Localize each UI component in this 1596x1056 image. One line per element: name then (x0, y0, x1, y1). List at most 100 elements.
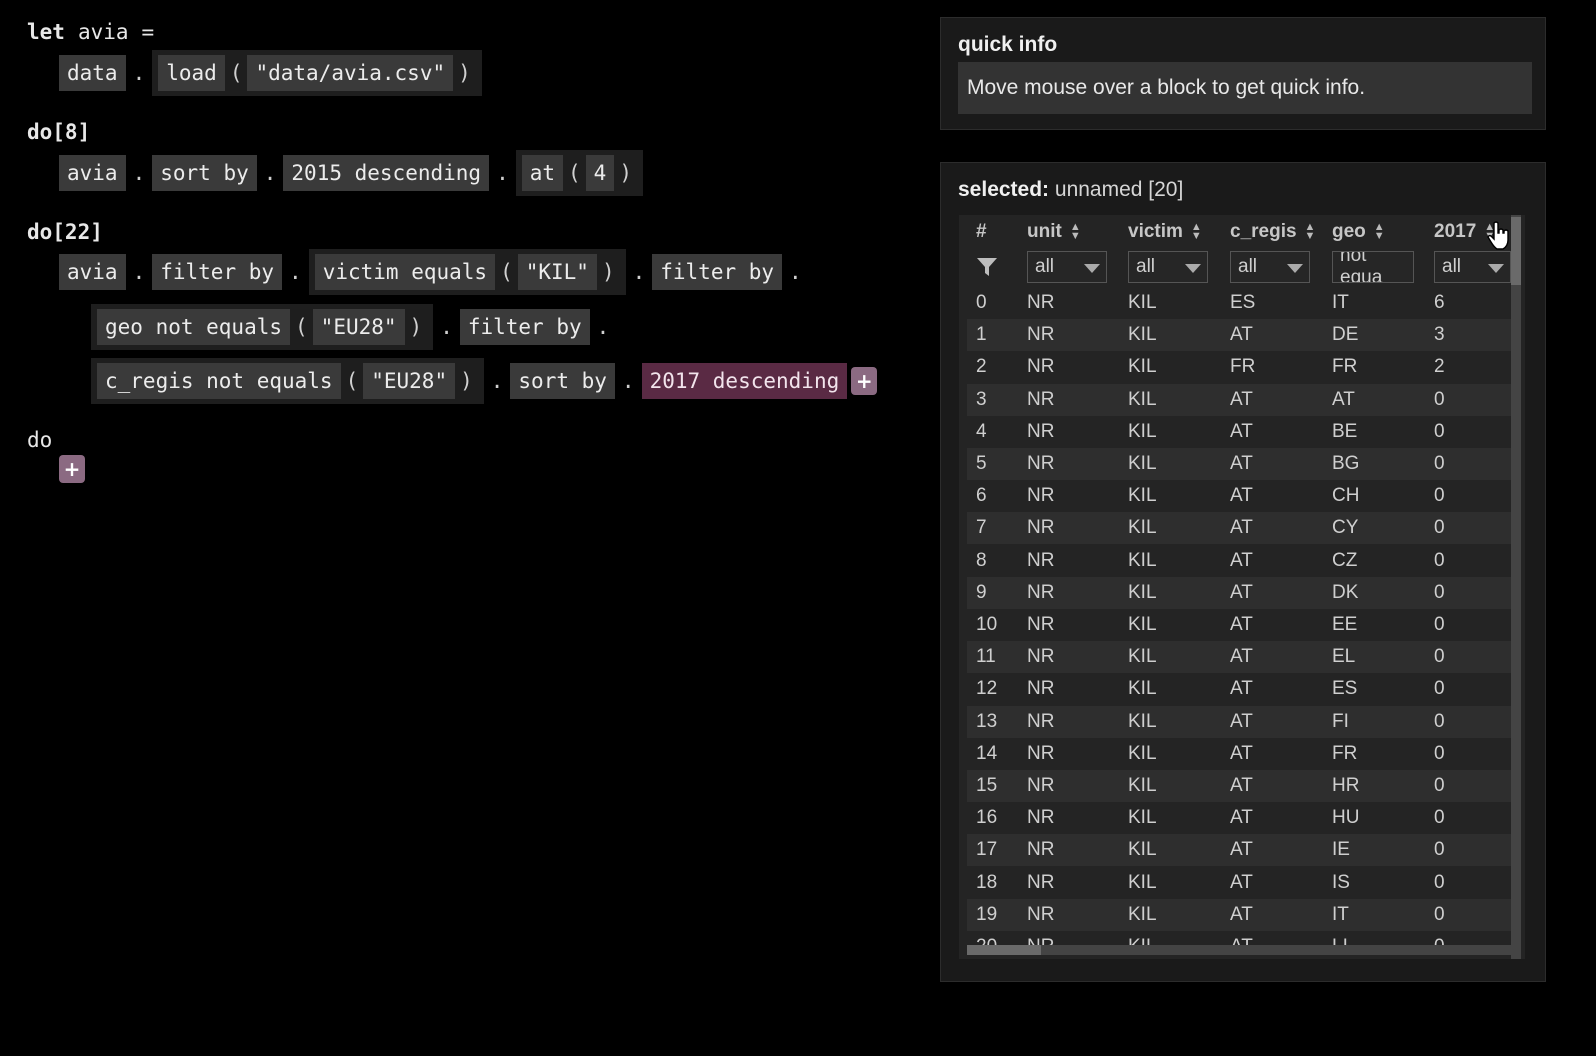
add-block-button[interactable]: + (851, 367, 878, 395)
block-at[interactable]: at (521, 155, 564, 191)
filter-value: not equa (1340, 251, 1383, 283)
filter-select-unit[interactable]: all (1027, 251, 1107, 283)
selected-title: selected: unnamed [20] (958, 178, 1183, 202)
quick-info-panel: quick info Move mouse over a block to ge… (940, 17, 1546, 130)
filter-select-2017[interactable]: all (1434, 251, 1511, 283)
cell-2017: 0 (1434, 549, 1445, 571)
block-load[interactable]: load (158, 55, 225, 91)
cell-2017: 0 (1434, 614, 1445, 635)
hand-cursor-icon (1487, 221, 1509, 250)
block-load-arg[interactable]: "data/avia.csv" (247, 55, 454, 91)
cell-index: 15 (976, 775, 998, 796)
column-header-2017[interactable]: 2017▲▼ (1434, 221, 1495, 243)
block-geo-not-equals[interactable]: geo not equals (97, 309, 291, 345)
lparen: ( (229, 61, 243, 85)
table-row[interactable]: 11 NR KIL AT EL 0 (967, 641, 1511, 674)
cell-2017: 0 (1434, 453, 1445, 474)
add-block-button[interactable]: + (59, 455, 85, 483)
cell-victim: KIL (1128, 485, 1157, 507)
cell-index: 11 (976, 646, 996, 668)
table-row[interactable]: 15 NR KIL AT HR 0 (967, 770, 1511, 802)
table-row[interactable]: 17 NR KIL AT IE 0 (967, 834, 1511, 867)
cell-geo: AT (1332, 388, 1355, 410)
filter-input-geo[interactable]: not equa (1332, 251, 1414, 283)
let-variable-name[interactable]: avia (78, 20, 129, 44)
block-geo-not-equals-call[interactable]: geo not equals ( "EU28" ) (91, 304, 434, 350)
cell-c-regis: AT (1230, 678, 1253, 700)
block-sort-by[interactable]: sort by (152, 155, 257, 191)
block-victim-arg[interactable]: "KIL" (517, 254, 597, 290)
block-avia[interactable]: avia (59, 155, 126, 191)
lparen: ( (295, 315, 308, 339)
filter-select-c-regis[interactable]: all (1230, 251, 1310, 283)
table-row[interactable]: 6 NR KIL AT CH 0 (967, 480, 1511, 512)
cell-victim: KIL (1128, 549, 1157, 571)
block-c-regis-not-equals-call[interactable]: c_regis not equals ( "EU28" ) (91, 358, 484, 404)
table-row[interactable]: 12 NR KIL AT ES 0 (967, 673, 1511, 705)
vertical-scrollbar[interactable] (1511, 215, 1521, 959)
table-row[interactable]: 2 NR KIL FR FR 2 (967, 351, 1511, 383)
filter-select-victim[interactable]: all (1128, 251, 1208, 283)
dot-separator: . (263, 161, 277, 185)
table-row[interactable]: 18 NR KIL AT IS 0 (967, 867, 1511, 899)
block-load-call[interactable]: load ( "data/avia.csv" ) (152, 50, 482, 96)
rparen: ) (601, 260, 615, 284)
horizontal-scrollbar[interactable] (967, 945, 1511, 955)
cell-c-regis: AT (1230, 453, 1253, 474)
block-victim-equals-call[interactable]: victim equals ( "KIL" ) (308, 249, 626, 295)
block-victim-equals[interactable]: victim equals (314, 254, 496, 290)
block-sort-arg[interactable]: 2015 descending (283, 155, 490, 191)
table-row[interactable]: 3 NR KIL AT AT 0 (967, 383, 1511, 416)
sort-icon[interactable]: ▲▼ (1191, 221, 1202, 241)
block-sort-by[interactable]: sort by (510, 363, 615, 399)
table-row[interactable]: 13 NR KIL AT FI 0 (967, 705, 1511, 738)
rparen: ) (619, 161, 632, 185)
cell-index: 18 (976, 871, 998, 893)
cell-index: 8 (976, 549, 987, 571)
block-filter-by[interactable]: filter by (459, 309, 590, 345)
sort-icon[interactable]: ▲▼ (1305, 221, 1316, 241)
table-row[interactable]: 0 NR KIL ES IT 6 (967, 287, 1511, 319)
horizontal-scrollbar-thumb[interactable] (967, 945, 1041, 955)
block-filter-by[interactable]: filter by (152, 254, 283, 290)
column-header-geo[interactable]: geo ▲ ▼ (1332, 221, 1385, 243)
cell-victim: KIL (1128, 453, 1157, 474)
block-c-regis-not-equals[interactable]: c_regis not equals (97, 363, 341, 399)
cell-geo: CH (1332, 485, 1360, 507)
sort-icon[interactable]: ▲▼ (1070, 221, 1081, 241)
cell-index: 13 (976, 710, 998, 732)
sort-icon[interactable]: ▲▼ (1374, 221, 1385, 241)
cell-c-regis: AT (1230, 646, 1253, 668)
cell-unit: NR (1027, 807, 1055, 829)
let-keyword: let (27, 20, 65, 44)
block-data[interactable]: data (59, 55, 126, 91)
cell-unit: NR (1027, 356, 1055, 378)
table-row[interactable]: 1 NR KIL AT DE 3 (967, 319, 1511, 352)
table-row[interactable]: 4 NR KIL AT BE 0 (967, 416, 1511, 448)
table-row[interactable]: 7 NR KIL AT CY 0 (967, 512, 1511, 545)
block-c-regis-arg[interactable]: "EU28" (363, 363, 456, 399)
selected-panel: selected: unnamed [20] # unit ▲ ▼ victim ▲ ▼… (940, 162, 1546, 982)
cell-geo: EL (1332, 646, 1356, 668)
column-header-c-regis[interactable]: c_regis ▲ ▼ (1230, 221, 1315, 243)
block-at-call[interactable]: at ( 4 ) (515, 150, 643, 196)
cell-geo: HR (1332, 775, 1360, 796)
table-row[interactable]: 9 NR KIL AT DK 0 (967, 576, 1511, 609)
cell-2017: 0 (1434, 903, 1445, 925)
column-header-unit[interactable]: unit ▲ ▼ (1027, 221, 1081, 243)
table-row[interactable]: 10 NR KIL AT EE 0 (967, 609, 1511, 641)
table-row[interactable]: 16 NR KIL AT HU 0 (967, 802, 1511, 834)
table-row[interactable]: 5 NR KIL AT BG 0 (967, 448, 1511, 480)
table-row[interactable]: 14 NR KIL AT FR 0 (967, 738, 1511, 770)
vertical-scrollbar-thumb[interactable] (1511, 217, 1521, 285)
block-filter-by[interactable]: filter by (652, 254, 783, 290)
column-header-victim[interactable]: victim ▲ ▼ (1128, 221, 1202, 243)
block-at-arg[interactable]: 4 (585, 155, 615, 191)
cell-victim: KIL (1128, 678, 1157, 700)
table-row[interactable]: 19 NR KIL AT IT 0 (967, 898, 1511, 931)
block-avia[interactable]: avia (59, 254, 126, 290)
cell-2017: 2 (1434, 356, 1445, 378)
table-row[interactable]: 8 NR KIL AT CZ 0 (967, 545, 1511, 577)
block-sort-arg-selected[interactable]: 2017 descending (641, 363, 848, 399)
block-geo-arg[interactable]: "EU28" (312, 309, 405, 345)
